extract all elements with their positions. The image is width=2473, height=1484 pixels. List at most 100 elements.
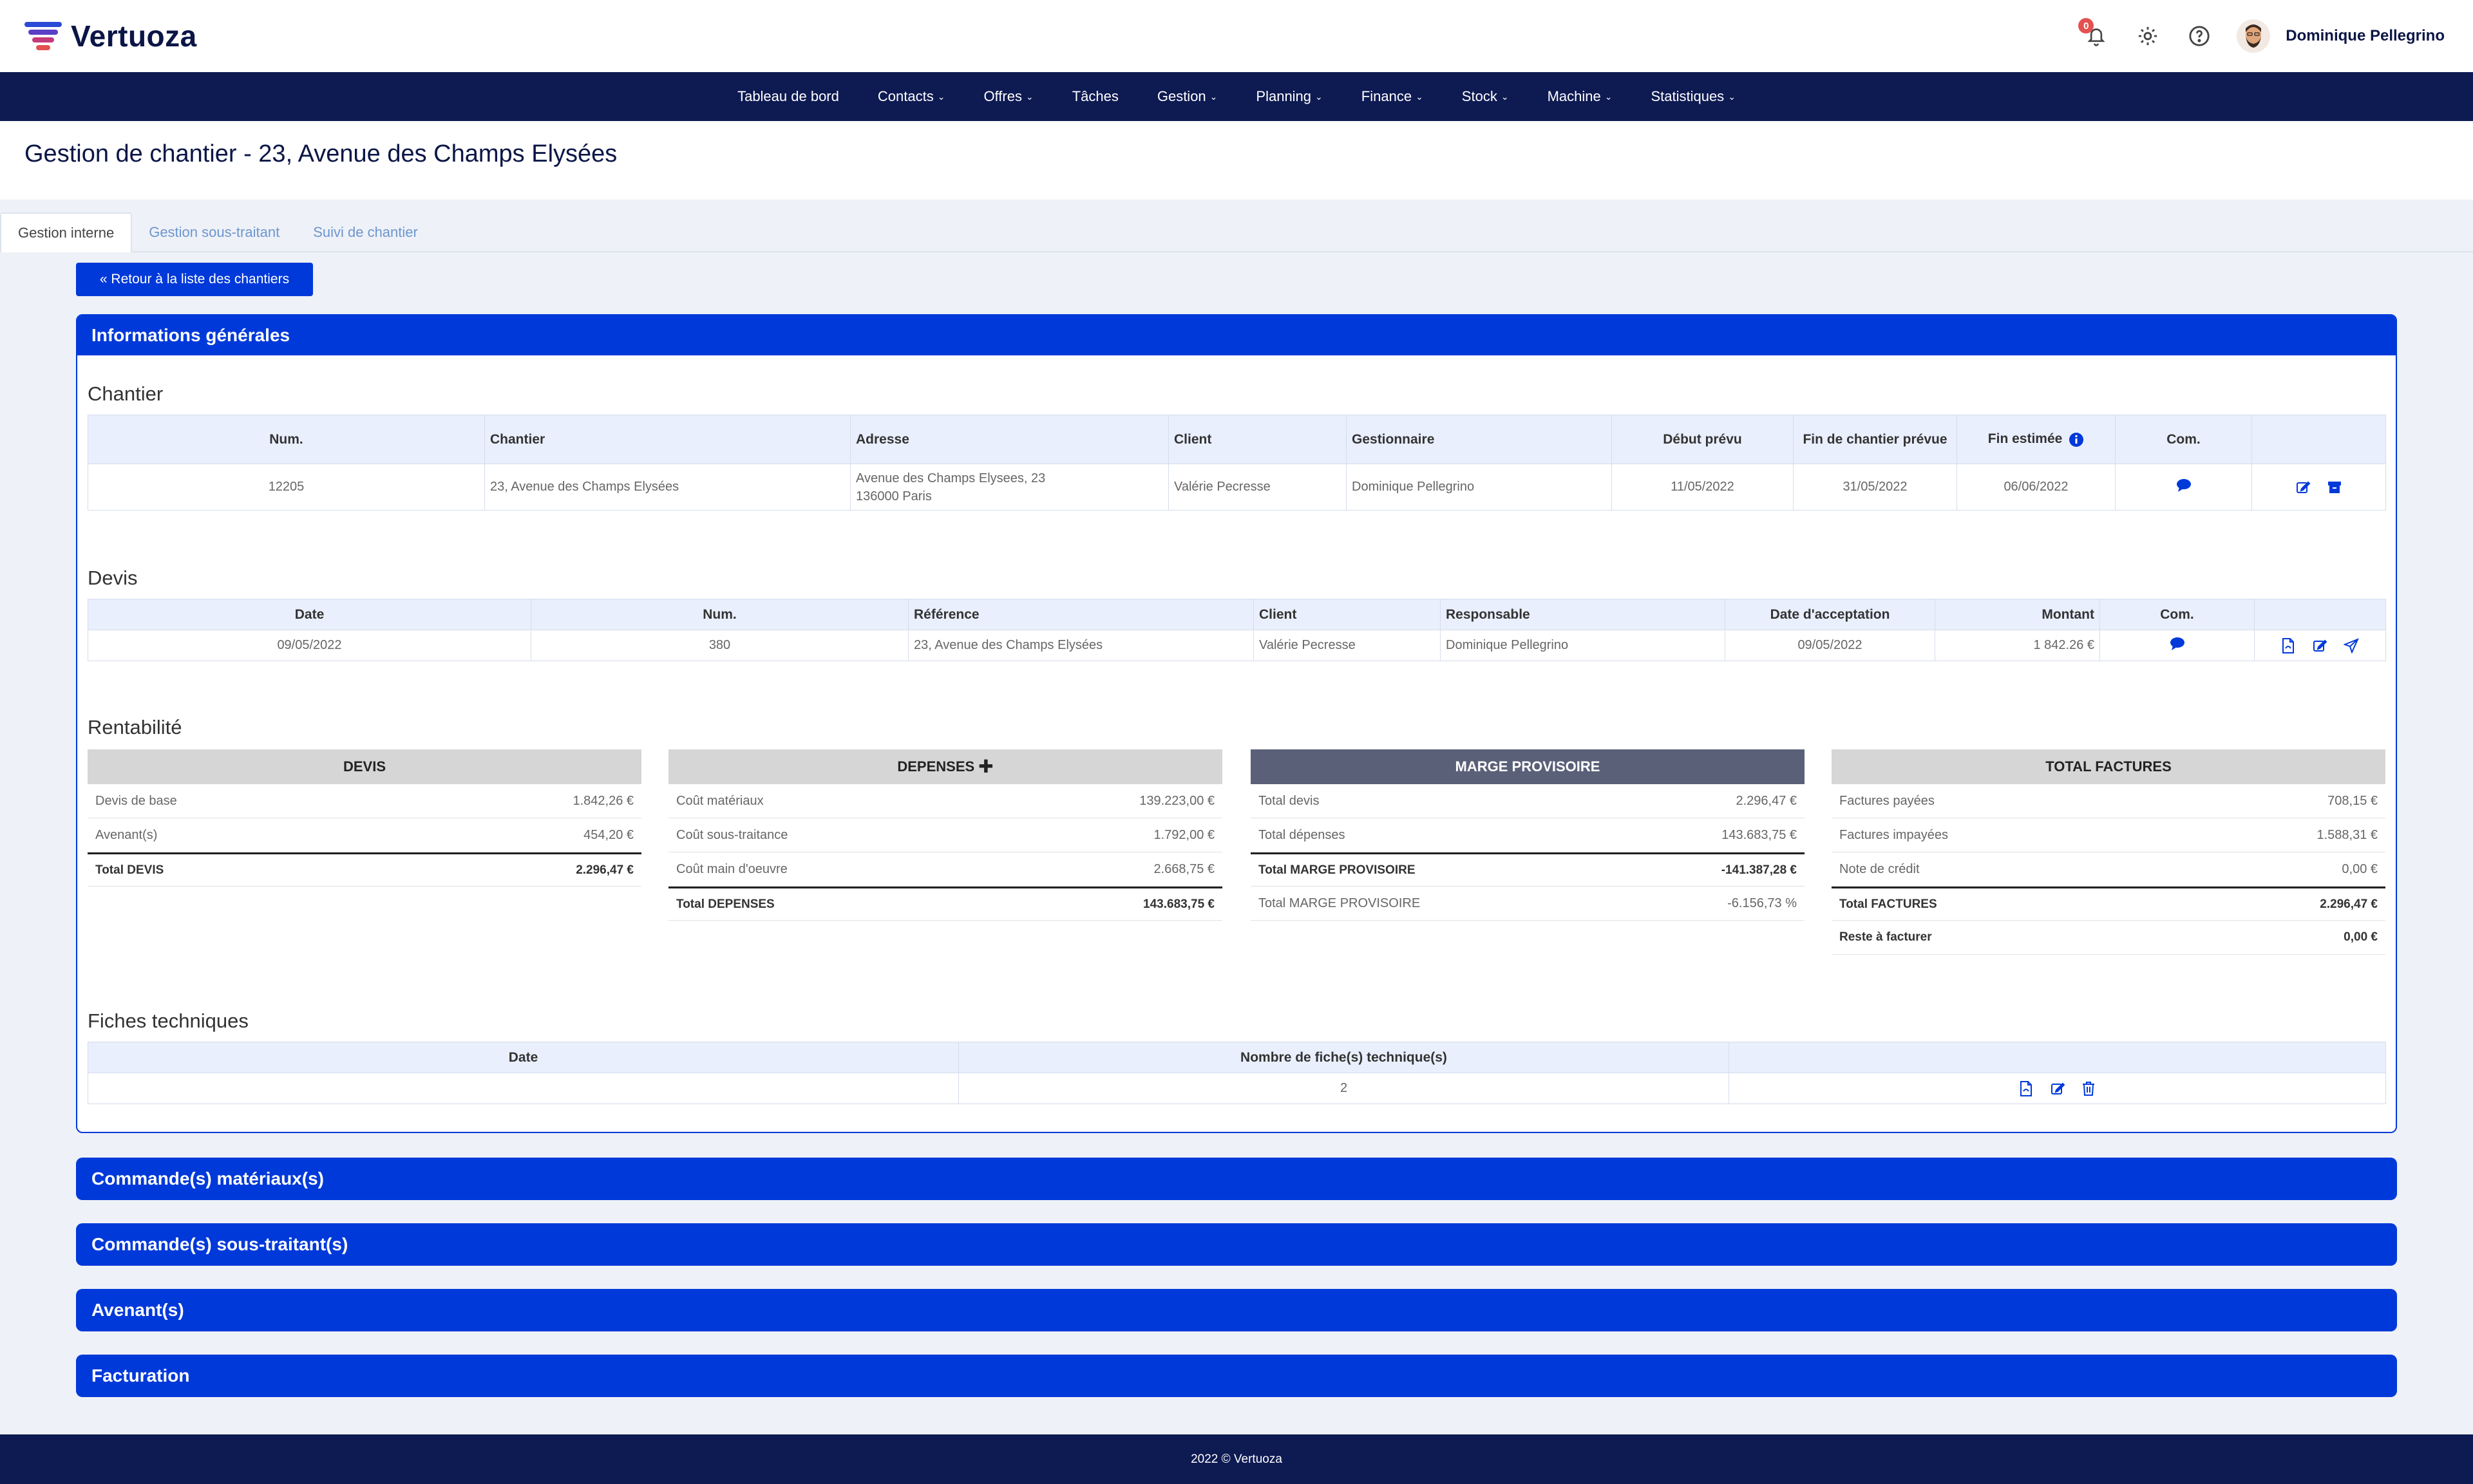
chevron-down-icon: ⌄ [1728,91,1736,102]
card-header: MARGE PROVISOIRE [1251,749,1805,784]
col-chantier: Chantier [484,415,851,464]
total-row: Total FACTURES 2.296,47 € [1832,887,2385,921]
chevron-down-icon: ⌄ [1416,91,1423,102]
help-icon [2189,26,2210,46]
page-title: Gestion de chantier - 23, Avenue des Cha… [24,140,618,167]
logo-text: Vertuoza [71,19,197,53]
user-name[interactable]: Dominique Pellegrino [2286,27,2445,45]
devis-table: Date Num. Référence Client Responsable D… [88,599,2386,661]
nav-item-planning[interactable]: Planning ⌄ [1256,88,1322,105]
plus-icon[interactable]: ✚ [978,758,993,776]
comment-icon[interactable] [2170,637,2185,651]
section-avenants[interactable]: Avenant(s) [76,1289,2397,1331]
table-row: 09/05/2022 380 23, Avenue des Champs Ely… [88,630,2386,661]
list-item: Coût sous-traitance 1.792,00 € [668,818,1222,852]
list-item: Factures payées 708,15 € [1832,784,2385,818]
list-item: Devis de base 1.842,26 € [88,784,641,818]
nav-item-contacts[interactable]: Contacts ⌄ [878,88,945,105]
col-nombre: Nombre de fiche(s) technique(s) [958,1042,1729,1073]
archive-icon[interactable] [2327,480,2342,495]
rentabilite-section-title: Rentabilité [88,716,182,738]
nav-item-taches[interactable]: Tâches [1072,88,1119,105]
edit-icon[interactable] [2312,638,2327,653]
col-num: Num. [531,599,909,630]
send-icon[interactable] [2343,637,2359,654]
list-item: Coût matériaux 139.223,00 € [668,784,1222,818]
nav-item-gestion[interactable]: Gestion ⌄ [1157,88,1218,105]
pdf-file-icon[interactable] [2281,637,2295,653]
col-client: Client [1253,599,1441,630]
info-icon[interactable] [2069,432,2084,447]
col-date-acceptation: Date d'acceptation [1725,599,1935,630]
logo-mark-icon [24,19,63,53]
pdf-file-icon[interactable] [2019,1080,2033,1096]
list-item: Reste à facturer 0,00 € [1832,921,2385,955]
nav-item-statistiques[interactable]: Statistiques ⌄ [1651,88,1735,105]
help-button[interactable] [2185,22,2213,50]
top-header: Vertuoza 0 Dominique Pellegrino [0,0,2473,72]
section-commandes-sous-traitant[interactable]: Commande(s) sous-traitant(s) [76,1223,2397,1266]
chantier-table: Num. Chantier Adresse Client Gestionnair… [88,415,2386,511]
col-gestionnaire: Gestionnaire [1346,415,1612,464]
rentabilite-factures-card: TOTAL FACTURES Factures payées 708,15 € F… [1832,749,2385,955]
nav-item-finance[interactable]: Finance ⌄ [1361,88,1423,105]
total-row: Total MARGE PROVISOIRE -141.387,28 € [1251,852,1805,887]
notifications-button[interactable]: 0 [2078,18,2110,50]
informations-generales-panel: Informations générales Chantier Num. Cha… [76,314,2397,1133]
table-row: 12205 23, Avenue des Champs Elysées Aven… [88,464,2386,511]
panel-header[interactable]: Informations générales [77,315,2396,355]
col-reference: Référence [908,599,1254,630]
back-to-list-button[interactable]: « Retour à la liste des chantiers [76,263,313,296]
col-com: Com. [2099,599,2255,630]
chantier-section-title: Chantier [88,382,164,405]
tab-suivi-de-chantier[interactable]: Suivi de chantier [296,212,435,252]
col-client: Client [1168,415,1347,464]
chevron-down-icon: ⌄ [937,91,945,102]
trash-icon[interactable] [2081,1081,2096,1096]
col-adresse: Adresse [850,415,1169,464]
page-tabs: Gestion interne Gestion sous-traitant Su… [0,212,2473,252]
tab-gestion-sous-traitant[interactable]: Gestion sous-traitant [132,212,296,252]
app-logo[interactable]: Vertuoza [24,18,197,54]
section-facturation[interactable]: Facturation [76,1355,2397,1397]
col-date: Date [88,1042,959,1073]
rentabilite-marge-card: MARGE PROVISOIRE Total devis 2.296,47 € T… [1251,749,1805,921]
nav-item-offres[interactable]: Offres ⌄ [983,88,1033,105]
fiches-section-title: Fiches techniques [88,1010,249,1032]
edit-icon[interactable] [2050,1081,2065,1096]
table-row: 2 [88,1073,2386,1104]
card-header: DEPENSES ✚ [668,749,1222,784]
list-item: Factures impayées 1.588,31 € [1832,818,2385,852]
section-commandes-materiaux[interactable]: Commande(s) matériaux(s) [76,1158,2397,1200]
col-responsable: Responsable [1440,599,1725,630]
card-header: DEVIS [88,749,641,784]
page-title-bar: Gestion de chantier - 23, Avenue des Cha… [0,121,2473,200]
chevron-down-icon: ⌄ [1209,91,1218,102]
col-date: Date [88,599,531,630]
chevron-down-icon: ⌄ [1501,91,1509,102]
rentabilite-depenses-card: DEPENSES ✚ Coût matériaux 139.223,00 € Co… [668,749,1222,921]
nav-item-stock[interactable]: Stock ⌄ [1462,88,1509,105]
card-header: TOTAL FACTURES [1832,749,2385,784]
list-item: Total devis 2.296,47 € [1251,784,1805,818]
gear-icon [2139,26,2157,46]
chevron-down-icon: ⌄ [1315,91,1323,102]
user-avatar[interactable] [2237,19,2271,53]
chevron-down-icon: ⌄ [1025,91,1034,102]
fiches-table: Date Nombre de fiche(s) technique(s) 2 [88,1042,2386,1104]
comment-icon[interactable] [2176,478,2192,493]
list-item: Coût main d'oeuvre 2.668,75 € [668,852,1222,887]
nav-item-tableau-de-bord[interactable]: Tableau de bord [737,88,839,105]
rentabilite-devis-card: DEVIS Devis de base 1.842,26 € Avenant(s)… [88,749,641,887]
settings-button[interactable] [2134,22,2162,50]
nav-item-machine[interactable]: Machine ⌄ [1548,88,1613,105]
page-footer: 2022 © Vertuoza [0,1434,2473,1484]
list-item: Total MARGE PROVISOIRE -6.156,73 % [1251,887,1805,921]
col-actions [2251,415,2386,464]
col-com: Com. [2115,415,2252,464]
tab-gestion-interne[interactable]: Gestion interne [0,212,133,252]
list-item: Avenant(s) 454,20 € [88,818,641,852]
col-fin-estimee: Fin estimée [1957,415,2116,464]
edit-icon[interactable] [2295,480,2311,495]
col-debut-prevu: Début prévu [1611,415,1794,464]
